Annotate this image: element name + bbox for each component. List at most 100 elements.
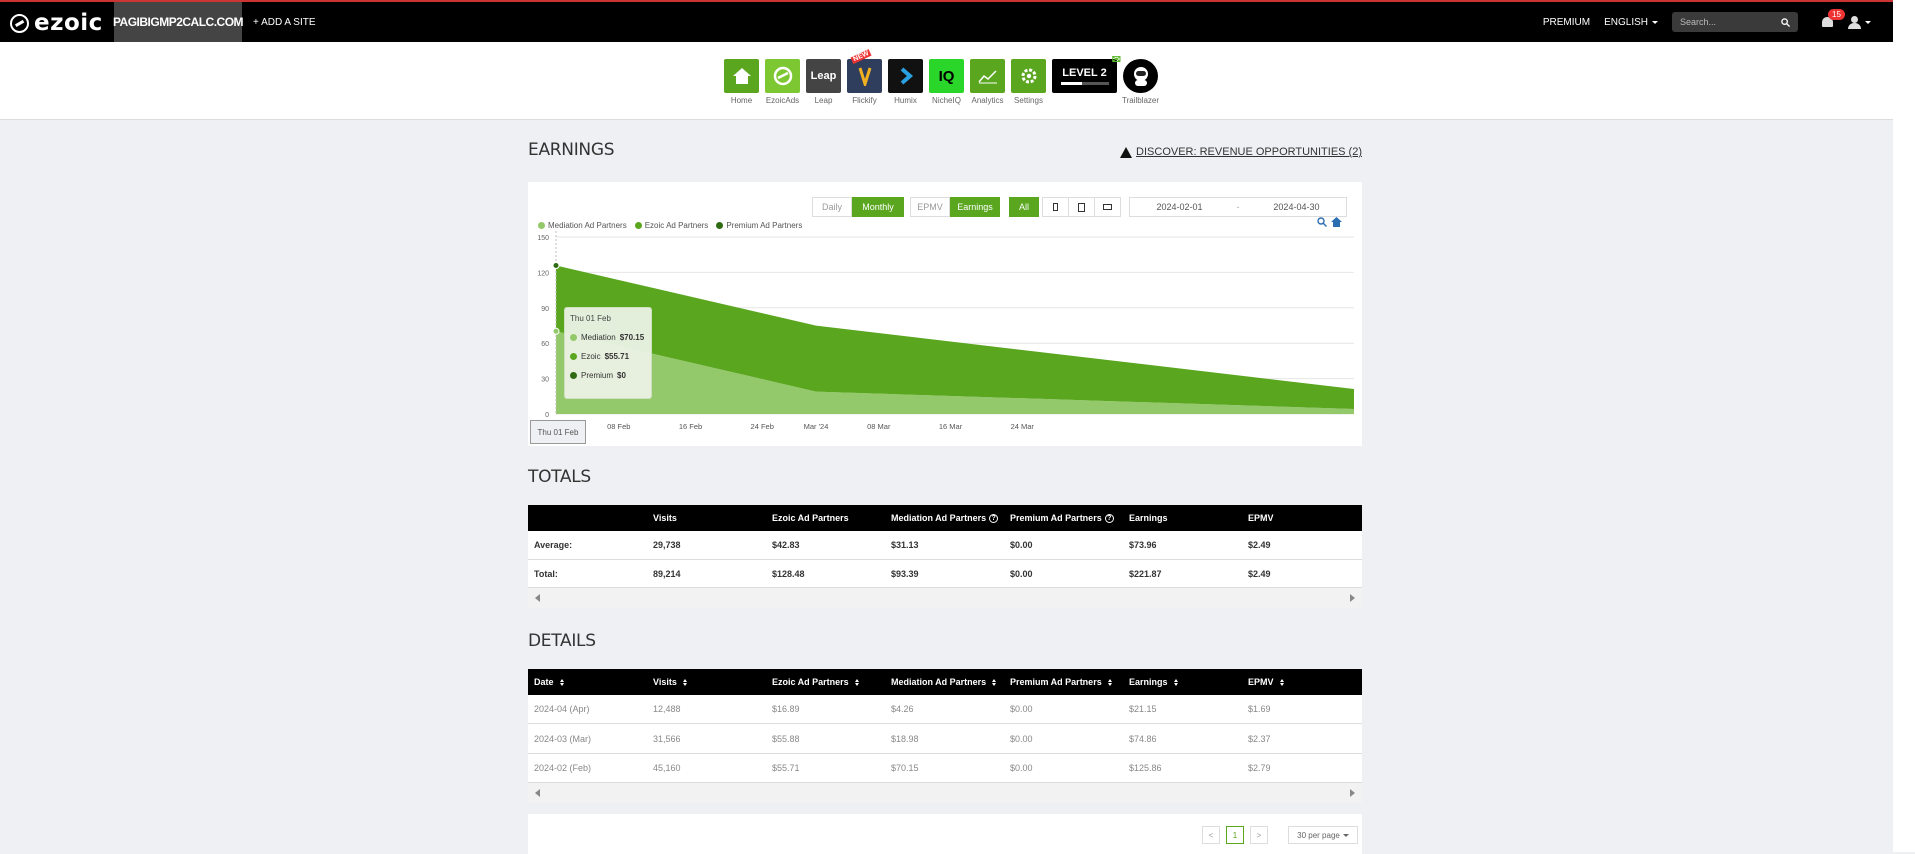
table-cell: $128.48 [772, 568, 805, 579]
user-menu[interactable] [1848, 15, 1871, 29]
ezoic-logo[interactable]: ezoic [10, 10, 103, 36]
envelope-icon: ✉ [1111, 54, 1121, 66]
header-label: EPMV [1248, 677, 1274, 687]
notifications-bell[interactable]: 15 [1820, 9, 1845, 29]
app-ezoicads[interactable]: EzoicAds [765, 59, 800, 105]
app-label: Leap [814, 96, 833, 105]
details-table: Date Visits Ezoic Ad Partners Mediation … [528, 669, 1362, 803]
sort-header-date[interactable]: Date [528, 677, 647, 687]
level-widget[interactable]: LEVEL 2 ✉ [1052, 54, 1121, 105]
tooltip-row-ezoic: Ezoic $55.71 [570, 352, 646, 361]
pagination-bar: < 1 > 30 per page [528, 814, 1362, 854]
earnings-title: EARNINGS [528, 140, 615, 160]
table-cell: $1.69 [1248, 704, 1271, 714]
table-cell: 2024-02 (Feb) [534, 763, 592, 773]
sort-header-epmv[interactable]: EPMV [1242, 677, 1361, 687]
next-page-button[interactable]: > [1250, 826, 1268, 844]
app-humix[interactable]: Humix [888, 59, 923, 105]
chevron-down-icon [1342, 833, 1349, 837]
add-site-link[interactable]: + ADD A SITE [253, 2, 316, 42]
tooltip-series: Mediation [581, 333, 616, 342]
user-icon [1848, 15, 1861, 29]
app-label: Flickify [852, 96, 877, 105]
logo-text: ezoic [34, 10, 103, 36]
site-selector-tab[interactable]: PAGIBIGMP2CALC.COM [113, 2, 244, 42]
header-label: Premium Ad Partners [1010, 677, 1102, 687]
y-tick-label: 120 [537, 270, 549, 277]
table-cell: $0.00 [1010, 733, 1033, 744]
language-dropdown[interactable]: ENGLISH [1604, 17, 1658, 28]
app-analytics[interactable]: Analytics [970, 59, 1005, 105]
data-point [552, 327, 560, 335]
x-axis-hover-label: Thu 01 Feb [530, 420, 586, 444]
tooltip-row-premium: Premium $0 [570, 371, 646, 380]
sort-header-visits[interactable]: Visits [647, 677, 766, 687]
scroll-left-icon[interactable] [535, 594, 540, 602]
sort-icon [682, 678, 687, 686]
search-placeholder: Search... [1680, 17, 1717, 27]
table-cell: $74.86 [1129, 733, 1157, 744]
discover-link[interactable]: DISCOVER: REVENUE OPPORTUNITIES (2) [1120, 146, 1362, 158]
humix-tile [888, 59, 923, 93]
page-scrollbar[interactable] [1893, 0, 1915, 852]
sort-header-premium[interactable]: Premium Ad Partners [1004, 677, 1123, 687]
warning-icon [1120, 146, 1133, 158]
table-cell: 2024-03 (Mar) [534, 733, 592, 744]
app-leap[interactable]: Leap Leap [806, 59, 841, 105]
app-trailblazer[interactable]: Trailblazer [1122, 59, 1159, 105]
tooltip-value: $55.71 [604, 352, 630, 361]
horizontal-scrollbar[interactable] [528, 783, 1362, 803]
sort-icon [559, 678, 564, 686]
trailblazer-tile [1123, 59, 1158, 93]
header-label: Ezoic Ad Partners [772, 677, 849, 687]
search-input[interactable]: Search... [1672, 12, 1798, 32]
tooltip-row-mediation: Mediation $70.15 [570, 333, 646, 342]
app-settings[interactable]: Settings [1011, 59, 1046, 105]
premium-link[interactable]: PREMIUM [1543, 17, 1590, 28]
x-tick-label: 24 Feb [751, 422, 774, 431]
scroll-right-icon[interactable] [1350, 594, 1355, 602]
app-flickify[interactable]: NEW Flickify [847, 49, 882, 105]
level-label: LEVEL 2 [1062, 67, 1107, 79]
page-1-button[interactable]: 1 [1226, 826, 1244, 844]
data-point [552, 261, 560, 269]
help-icon[interactable]: ? [989, 513, 999, 523]
header-cell: Earnings [1129, 513, 1168, 523]
header-label: Date [534, 677, 554, 687]
sort-icon [1107, 678, 1112, 686]
sort-header-earnings[interactable]: Earnings [1123, 677, 1242, 687]
scroll-left-icon[interactable] [535, 789, 540, 797]
app-home[interactable]: Home [724, 59, 759, 105]
app-nicheiq[interactable]: IQ NicheIQ [929, 59, 964, 105]
earnings-area-chart[interactable]: 0 30 60 90 120 150 08 Feb 16 Feb 24 Feb Mar '24 08… [528, 182, 1362, 446]
details-title: DETAILS [528, 631, 596, 651]
horizontal-scrollbar[interactable] [528, 588, 1362, 608]
tooltip-series: Premium [581, 371, 614, 380]
table-cell: 2024-04 (Apr) [534, 704, 590, 714]
app-label: Humix [894, 96, 917, 105]
y-tick-label: 0 [545, 412, 549, 419]
tooltip-value: $0 [617, 371, 626, 380]
table-row: 2024-03 (Mar) 31,566 $55.88 $18.98 $0.00… [528, 724, 1362, 754]
table-cell: $93.39 [891, 568, 919, 579]
totals-title: TOTALS [528, 467, 591, 487]
sort-header-mediation[interactable]: Mediation Ad Partners [885, 677, 1004, 687]
y-tick-label: 90 [541, 306, 549, 313]
table-cell: $21.15 [1129, 704, 1157, 714]
help-icon[interactable]: ? [1104, 513, 1114, 523]
flickify-icon [858, 67, 871, 86]
header-cell: EPMV [1248, 513, 1274, 523]
table-cell: $70.15 [891, 763, 919, 773]
table-row: 2024-04 (Apr) 12,488 $16.89 $4.26 $0.00 … [528, 695, 1362, 724]
ezoicads-icon [773, 66, 792, 86]
table-cell: 45,160 [653, 763, 681, 773]
per-page-select[interactable]: 30 per page [1288, 826, 1358, 844]
table-cell: $0.00 [1010, 568, 1033, 579]
table-cell: $73.96 [1129, 540, 1157, 550]
y-tick-label: 60 [541, 341, 549, 348]
sort-header-ezoic[interactable]: Ezoic Ad Partners [766, 677, 885, 687]
scroll-right-icon[interactable] [1350, 789, 1355, 797]
table-cell: 12,488 [653, 704, 681, 714]
prev-page-button[interactable]: < [1202, 826, 1220, 844]
table-cell: $0.00 [1010, 704, 1033, 714]
